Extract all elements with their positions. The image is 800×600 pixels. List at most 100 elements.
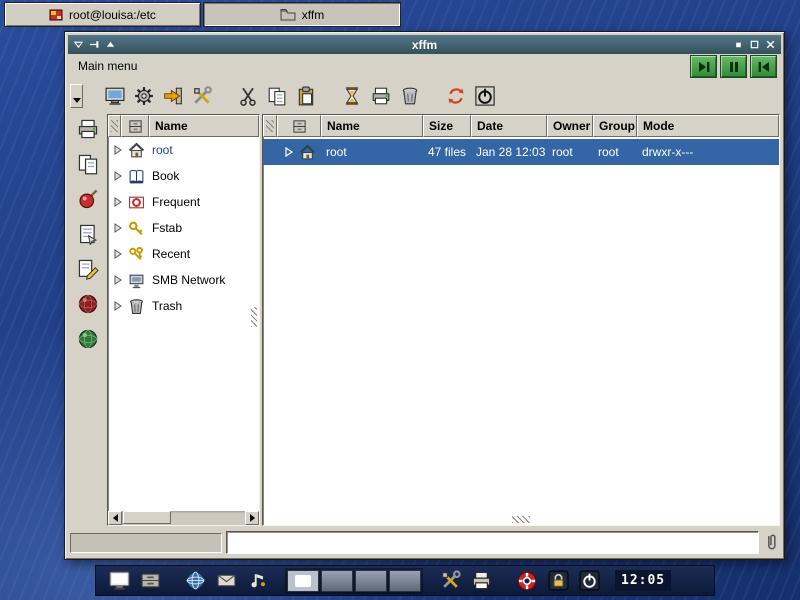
side-print-button[interactable]: [77, 118, 99, 140]
tree-header-gutter[interactable]: [108, 115, 121, 137]
copy-button[interactable]: [262, 82, 291, 110]
tree-item-frequent[interactable]: Frequent: [108, 189, 259, 215]
tree-item-fstab[interactable]: Fstab: [108, 215, 259, 241]
network-icon: [128, 272, 145, 289]
settings-button[interactable]: [129, 82, 158, 110]
tree-item-smb-network[interactable]: SMB Network: [108, 267, 259, 293]
help-launcher[interactable]: [516, 570, 538, 592]
print-button[interactable]: [366, 82, 395, 110]
expander-icon[interactable]: [113, 275, 123, 285]
row-mode: drwxr-x---: [637, 145, 779, 159]
minimize-icon[interactable]: [733, 39, 744, 50]
list-header-mode[interactable]: Mode: [637, 115, 779, 137]
paperclip-icon[interactable]: [764, 532, 779, 552]
side-globe-green-button[interactable]: [77, 328, 99, 350]
expander-icon[interactable]: [113, 249, 123, 259]
stick-icon[interactable]: [89, 39, 100, 50]
toolbar-combo-button[interactable]: [70, 84, 83, 108]
tree-item-book[interactable]: Book: [108, 163, 259, 189]
globe-green-icon: [77, 328, 99, 350]
settings-launcher[interactable]: [440, 570, 461, 591]
go-button[interactable]: [158, 82, 187, 110]
expander-icon[interactable]: [113, 301, 123, 311]
power-launcher[interactable]: [579, 570, 600, 591]
expander-icon[interactable]: [113, 223, 123, 233]
side-note-button[interactable]: [77, 223, 99, 245]
tools-icon: [440, 570, 461, 591]
tree-header-icon-cell[interactable]: [121, 115, 149, 137]
mail-launcher[interactable]: [216, 570, 237, 591]
drawer-launcher[interactable]: [140, 570, 161, 591]
expander-icon[interactable]: [284, 147, 294, 157]
tree-item-label: Trash: [152, 299, 182, 313]
workspace-4[interactable]: [389, 570, 421, 592]
row-icon-cell: [277, 144, 321, 161]
tree-item-label: root: [152, 143, 173, 157]
paint-icon: [77, 188, 99, 210]
power-button[interactable]: [470, 82, 499, 110]
cut-button[interactable]: [233, 82, 262, 110]
scrollbar-thumb[interactable]: [123, 511, 171, 524]
tree-header-name[interactable]: Name: [149, 115, 259, 137]
media-launcher[interactable]: [247, 570, 268, 591]
titlebar[interactable]: xffm: [68, 35, 781, 54]
path-entry[interactable]: [226, 531, 759, 554]
tools-button[interactable]: [187, 82, 216, 110]
desktop-button[interactable]: [100, 82, 129, 110]
workspace-1-active[interactable]: [287, 570, 319, 592]
lock-launcher[interactable]: [548, 570, 569, 591]
reload-button[interactable]: [441, 82, 470, 110]
print-launcher[interactable]: [471, 570, 492, 591]
scroll-right-button[interactable]: [245, 511, 259, 525]
arrow-right-icon: [250, 514, 255, 522]
trash-button[interactable]: [395, 82, 424, 110]
expander-icon[interactable]: [113, 171, 123, 181]
side-globe-red-button[interactable]: [77, 293, 99, 315]
tree-item-trash[interactable]: Trash: [108, 293, 259, 319]
pause-button[interactable]: [720, 55, 747, 78]
close-icon[interactable]: [765, 39, 776, 50]
expander-icon[interactable]: [113, 145, 123, 155]
tree-item-label: SMB Network: [152, 273, 225, 287]
skip-forward-button[interactable]: [690, 55, 717, 78]
workspace-3[interactable]: [355, 570, 387, 592]
list-header-group[interactable]: Group: [593, 115, 637, 137]
tree-header: Name: [108, 115, 259, 137]
paste-button[interactable]: [291, 82, 320, 110]
side-paint-button[interactable]: [77, 188, 99, 210]
expander-icon[interactable]: [113, 197, 123, 207]
terminal-launcher[interactable]: [109, 570, 130, 591]
side-copy-button[interactable]: [77, 153, 99, 175]
list-header-gutter[interactable]: [263, 115, 277, 137]
side-edit-button[interactable]: [77, 258, 99, 280]
folder-icon: [280, 8, 296, 21]
table-row-root-selected[interactable]: root 47 files Jan 28 12:03 root root drw…: [263, 139, 779, 165]
keys-icon: [128, 246, 145, 263]
list-header-icon-cell[interactable]: [277, 115, 321, 137]
list-header-date[interactable]: Date: [471, 115, 547, 137]
workspace-2[interactable]: [321, 570, 353, 592]
web-launcher[interactable]: [185, 570, 206, 591]
printer-icon: [371, 86, 391, 106]
copy-icon: [77, 153, 99, 175]
main-menu-item[interactable]: Main menu: [69, 57, 146, 75]
list-header-name[interactable]: Name: [321, 115, 423, 137]
tree-item-root[interactable]: root: [108, 137, 259, 163]
tree-horizontal-scrollbar[interactable]: [108, 511, 259, 525]
list-header-owner[interactable]: Owner: [547, 115, 593, 137]
shade-icon[interactable]: [105, 39, 116, 50]
tree-item-recent[interactable]: Recent: [108, 241, 259, 267]
pane-resize-grip[interactable]: [251, 307, 257, 327]
pane-grip: [111, 120, 118, 132]
hourglass-button[interactable]: [337, 82, 366, 110]
menu-icon[interactable]: [73, 39, 84, 50]
scroll-left-button[interactable]: [108, 511, 122, 525]
list-header-size[interactable]: Size: [423, 115, 471, 137]
pause-icon: [728, 61, 740, 73]
scrollbar-track[interactable]: [122, 511, 245, 525]
taskbar-button-terminal[interactable]: root@louisa:/etc: [4, 2, 201, 27]
maximize-icon[interactable]: [749, 39, 760, 50]
skip-back-button[interactable]: [750, 55, 777, 78]
taskbar-button-xffm[interactable]: xffm: [203, 2, 401, 27]
pane-resize-grip[interactable]: [512, 516, 530, 523]
